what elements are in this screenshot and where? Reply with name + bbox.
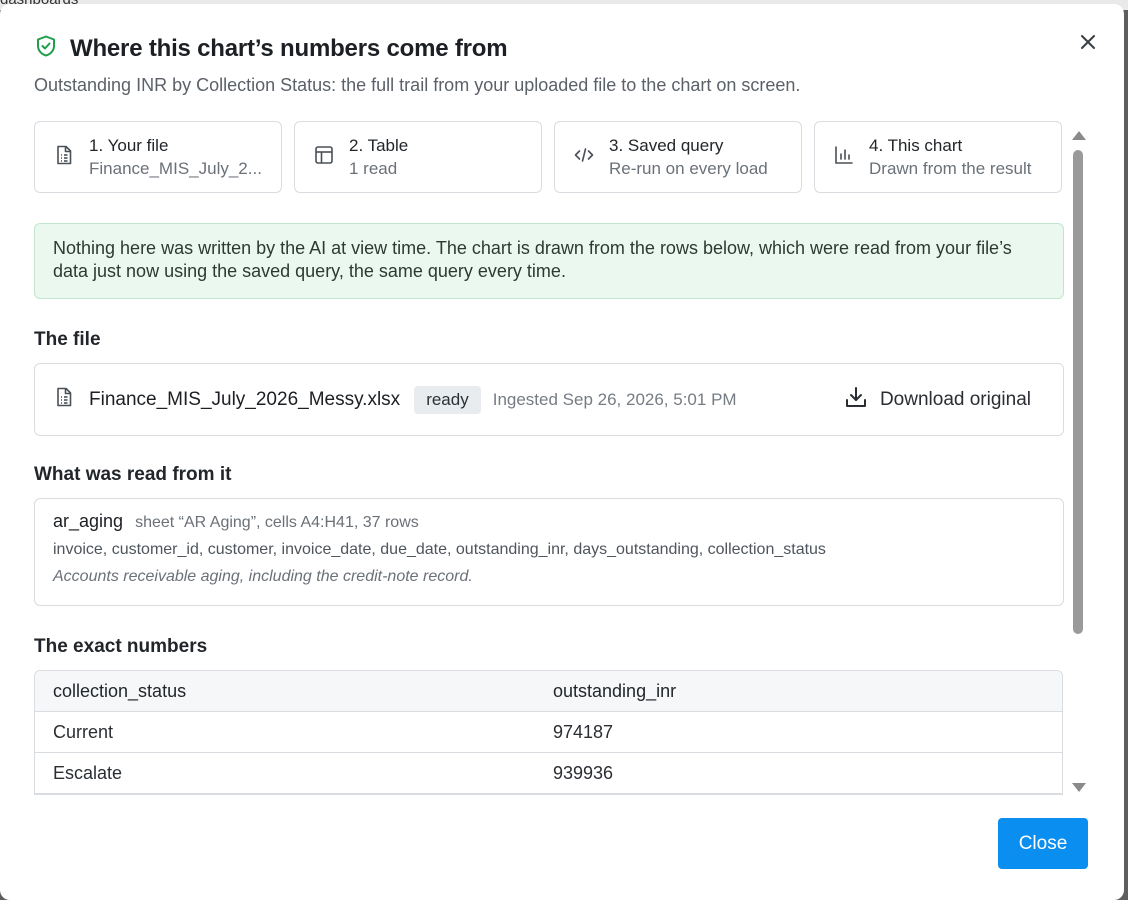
download-icon xyxy=(844,385,868,415)
dialog-body: 1. Your file Finance_MIS_July_2... 2. Ta… xyxy=(34,121,1064,798)
step-subtitle: Re-run on every load xyxy=(609,158,768,178)
table-header-row: collection_status outstanding_inr xyxy=(35,671,1062,712)
download-label: Download original xyxy=(879,388,1031,410)
provenance-dialog: Where this chart’s numbers come from Out… xyxy=(0,4,1124,900)
provenance-steps: 1. Your file Finance_MIS_July_2... 2. Ta… xyxy=(34,121,1064,193)
numbers-section-label: The exact numbers xyxy=(34,636,208,657)
file-icon xyxy=(53,144,75,171)
table-description: Accounts receivable aging, including the… xyxy=(53,568,473,585)
info-notice: Nothing here was written by the AI at vi… xyxy=(34,223,1064,299)
table-cell: 974187 xyxy=(536,712,1062,753)
step-your-file: 1. Your file Finance_MIS_July_2... xyxy=(34,121,282,193)
table-row: Escalate 939936 xyxy=(35,753,1062,794)
step-saved-query: 3. Saved query Re-run on every load xyxy=(554,121,802,193)
step-table: 2. Table 1 read xyxy=(294,121,542,193)
code-icon xyxy=(573,144,595,171)
table-cell: 939936 xyxy=(536,753,1062,794)
table-cell: Escalate xyxy=(35,753,536,794)
sheet-info: sheet “AR Aging”, cells A4:H41, 37 rows xyxy=(135,514,419,531)
table-cell: Current xyxy=(35,712,536,753)
shield-check-icon xyxy=(34,34,58,63)
scroll-up-arrow-icon[interactable] xyxy=(1072,131,1086,140)
download-original-button[interactable]: Download original xyxy=(844,364,1031,435)
file-icon xyxy=(53,386,75,413)
scrollbar-thumb[interactable] xyxy=(1073,150,1083,634)
column-header: collection_status xyxy=(35,671,536,712)
column-header: outstanding_inr xyxy=(536,671,1062,712)
vertical-scrollbar[interactable] xyxy=(1070,128,1086,798)
ingested-timestamp: Ingested Sep 26, 2026, 5:01 PM xyxy=(492,389,737,409)
close-icon[interactable] xyxy=(1076,30,1100,54)
table-row: Current 974187 xyxy=(35,712,1062,753)
file-name: Finance_MIS_July_2026_Messy.xlsx xyxy=(89,388,401,410)
close-button[interactable]: Close xyxy=(998,818,1088,869)
step-title: 4. This chart xyxy=(869,135,963,155)
step-title: 2. Table xyxy=(349,135,409,155)
results-table: collection_status outstanding_inr Curren… xyxy=(34,670,1063,795)
file-card: Finance_MIS_July_2026_Messy.xlsx ready I… xyxy=(34,363,1064,436)
step-subtitle: Drawn from the result xyxy=(869,158,1032,178)
step-this-chart: 4. This chart Drawn from the result xyxy=(814,121,1062,193)
read-card: ar_aging sheet “AR Aging”, cells A4:H41,… xyxy=(34,498,1064,606)
file-section-label: The file xyxy=(34,329,101,350)
step-subtitle: Finance_MIS_July_2... xyxy=(89,158,262,178)
dialog-title: Where this chart’s numbers come from xyxy=(70,34,508,62)
step-title: 1. Your file xyxy=(89,135,169,155)
step-title: 3. Saved query xyxy=(609,135,724,155)
chart-icon xyxy=(833,144,855,171)
status-badge: ready xyxy=(414,385,481,414)
scroll-down-arrow-icon[interactable] xyxy=(1072,783,1086,792)
column-list: invoice, customer_id, customer, invoice_… xyxy=(53,541,826,558)
step-subtitle: 1 read xyxy=(349,158,398,178)
read-section-label: What was read from it xyxy=(34,464,232,485)
table-icon xyxy=(313,144,335,171)
dialog-subtitle: Outstanding INR by Collection Status: th… xyxy=(34,75,801,95)
table-name: ar_aging xyxy=(53,511,124,531)
dialog-header: Where this chart’s numbers come from Out… xyxy=(34,34,1094,96)
